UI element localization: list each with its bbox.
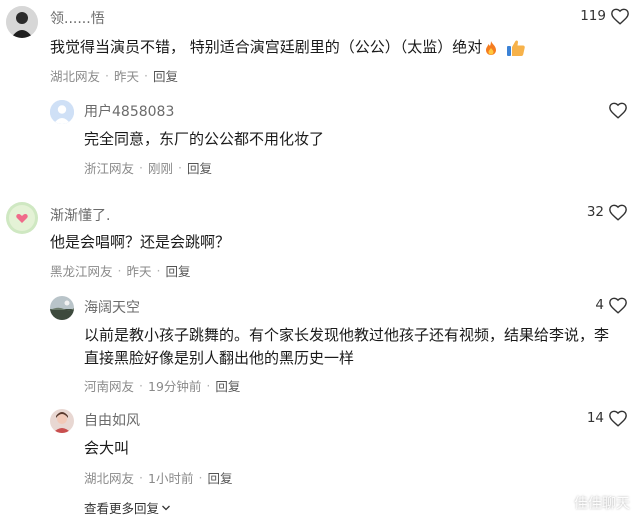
thumbs-up-emoji-icon bbox=[507, 39, 526, 56]
username[interactable]: 领......悟 bbox=[50, 8, 105, 28]
reply-item: 海阔天空 4 以前是教小孩子跳舞的。有个家长发现他教过他孩子还有视频，结果给李说… bbox=[0, 286, 640, 400]
comment-text: 他是会唱啊？还是会跳啊？ bbox=[50, 233, 231, 251]
comment-meta: 浙江网友 · 刚刚 · 回复 bbox=[84, 158, 212, 177]
like-count: 32 bbox=[586, 204, 604, 220]
comment-text: 完全同意，东厂的公公都不用化妆了 bbox=[84, 130, 325, 148]
avatar[interactable] bbox=[50, 296, 74, 320]
location: 浙江网友 bbox=[84, 161, 135, 176]
timestamp: 1小时前 bbox=[148, 471, 194, 486]
reply-item: 用户4858083 完全同意，东厂的公公都不用化妆了 浙江网友 · 刚刚 · 回… bbox=[0, 90, 640, 190]
watermark-text: 佳佳聊天 bbox=[574, 496, 630, 512]
avatar[interactable] bbox=[6, 6, 38, 38]
avatar-image bbox=[6, 202, 38, 234]
location: 黑龙江网友 bbox=[50, 264, 113, 279]
like-count: 4 bbox=[595, 297, 604, 313]
view-more-replies-button[interactable]: 查看更多回复 bbox=[84, 498, 171, 517]
comment-meta: 黑龙江网友 · 昨天 · 回复 bbox=[50, 261, 191, 280]
location: 湖北网友 bbox=[84, 471, 135, 486]
like-button[interactable]: 4 bbox=[595, 296, 628, 314]
like-button[interactable]: 119 bbox=[580, 7, 630, 25]
like-count: 119 bbox=[580, 8, 606, 24]
reply-button[interactable]: 回复 bbox=[207, 468, 232, 487]
like-count: 14 bbox=[586, 410, 604, 426]
heart-outline-icon bbox=[611, 8, 629, 25]
comment-text-content: 我觉得当演员不错， 特别适合演宫廷剧里的（公公）（太监）绝对 bbox=[50, 38, 483, 56]
comment-text: 我觉得当演员不错， 特别适合演宫廷剧里的（公公）（太监）绝对 bbox=[50, 36, 526, 59]
location: 湖北网友 bbox=[50, 69, 101, 84]
default-avatar-icon bbox=[50, 100, 74, 124]
like-button[interactable]: 32 bbox=[587, 203, 628, 221]
view-more-replies-label: 查看更多回复 bbox=[84, 501, 160, 516]
comment-text-line: 以前是教小孩子跳舞的。有个家长发现他教过他孩子还有视频，结果给李说，李 bbox=[84, 326, 610, 344]
reply-button[interactable]: 回复 bbox=[166, 261, 191, 280]
watermark-logo-icon bbox=[555, 495, 571, 511]
like-button[interactable] bbox=[604, 101, 628, 119]
comment-text: 会大叫 bbox=[84, 439, 130, 457]
comment-item: 渐渐懂了. 32 他是会唱啊？还是会跳啊？ 黑龙江网友 · 昨天 · 回复 bbox=[0, 190, 640, 286]
timestamp: 19分钟前 bbox=[148, 379, 202, 394]
separator: · bbox=[198, 470, 203, 485]
separator: · bbox=[206, 378, 211, 393]
comment-meta: 湖北网友 · 1小时前 · 回复 bbox=[84, 468, 232, 487]
separator: · bbox=[105, 68, 109, 83]
heart-outline-icon bbox=[609, 297, 627, 314]
separator: · bbox=[156, 263, 161, 278]
timestamp: 昨天 bbox=[126, 264, 152, 279]
fire-emoji-icon bbox=[486, 40, 497, 55]
separator: · bbox=[117, 263, 122, 278]
avatar[interactable] bbox=[50, 409, 74, 433]
avatar[interactable] bbox=[50, 100, 74, 124]
reply-button[interactable]: 回复 bbox=[187, 158, 212, 177]
heart-outline-icon bbox=[609, 410, 627, 427]
watermark: 佳佳聊天 bbox=[555, 493, 630, 513]
location: 河南网友 bbox=[84, 379, 135, 394]
reply-item: 自由如风 14 会大叫 湖北网友 · 1小时前 · 回复 bbox=[0, 400, 640, 492]
timestamp: 刚刚 bbox=[148, 161, 174, 176]
reply-button[interactable]: 回复 bbox=[215, 376, 240, 395]
timestamp: 昨天 bbox=[114, 69, 140, 84]
avatar[interactable] bbox=[6, 202, 38, 234]
avatar-image bbox=[50, 296, 74, 320]
separator: · bbox=[139, 470, 143, 485]
avatar-image bbox=[6, 6, 38, 38]
comment-meta: 湖北网友 · 昨天 · 回复 bbox=[50, 66, 178, 85]
username[interactable]: 渐渐懂了. bbox=[50, 205, 110, 225]
username[interactable]: 海阔天空 bbox=[84, 297, 140, 317]
chevron-down-icon bbox=[162, 505, 170, 510]
comment-meta: 河南网友 · 19分钟前 · 回复 bbox=[84, 376, 240, 395]
separator: · bbox=[144, 68, 148, 83]
comment-text-line: 直接黑脸好像是别人翻出他的黑历史一样 bbox=[84, 349, 355, 367]
like-button[interactable]: 14 bbox=[587, 409, 628, 427]
separator: · bbox=[178, 160, 182, 175]
separator: · bbox=[139, 378, 143, 393]
username[interactable]: 用户4858083 bbox=[84, 101, 174, 121]
username[interactable]: 自由如风 bbox=[84, 410, 140, 430]
heart-outline-icon bbox=[609, 204, 627, 221]
avatar-image bbox=[50, 409, 74, 433]
comment-item: 领......悟 119 我觉得当演员不错， 特别适合演宫廷剧里的（公公）（太监… bbox=[0, 0, 640, 90]
reply-button[interactable]: 回复 bbox=[153, 66, 178, 85]
heart-outline-icon bbox=[609, 102, 627, 119]
separator: · bbox=[139, 160, 143, 175]
